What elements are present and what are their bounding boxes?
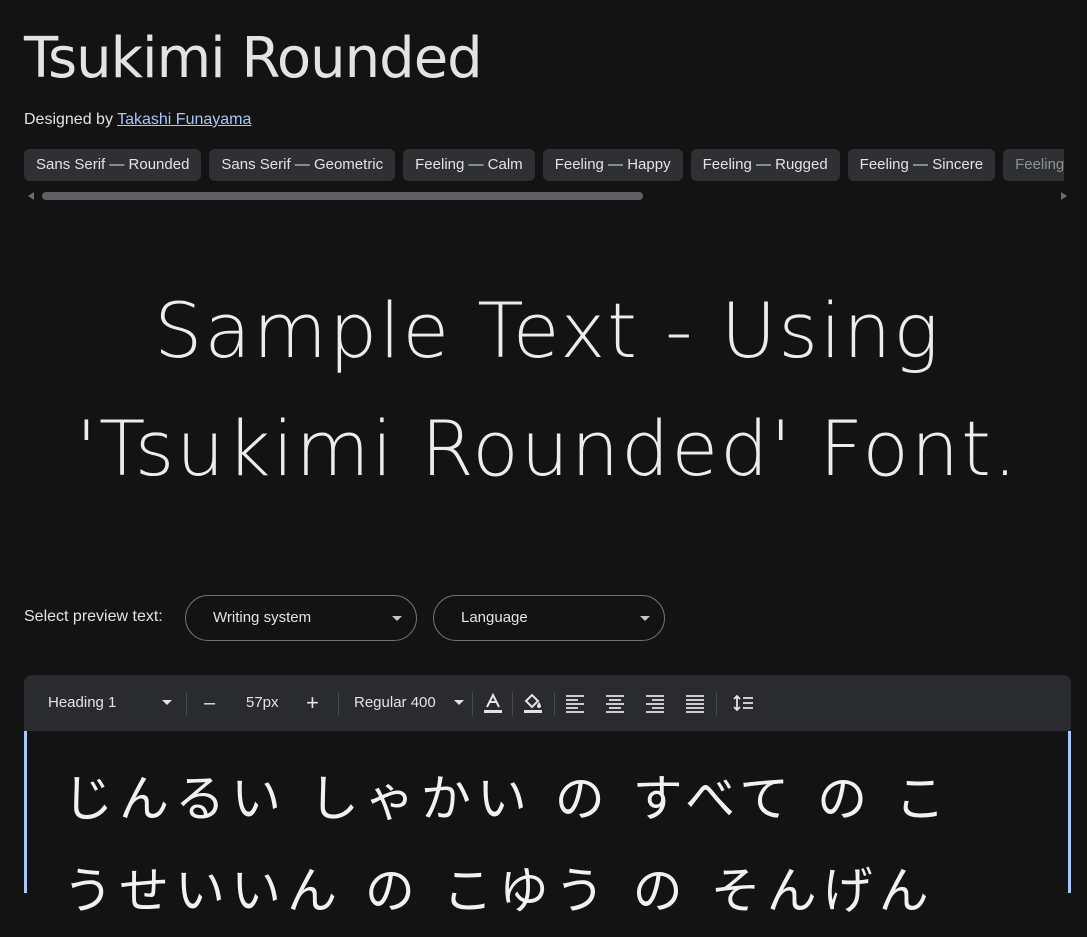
chevron-down-icon [454, 700, 464, 705]
sample-text-line: 'Tsukimi Rounded' Font. [75, 404, 1020, 493]
sample-text-preview: Sample Text - Using 'Tsukimi Rounded' Fo… [24, 272, 1071, 508]
decrease-size-button[interactable]: – [204, 675, 215, 731]
divider [512, 692, 513, 716]
scroll-right-icon[interactable] [1061, 192, 1067, 200]
writing-system-select[interactable]: Writing system [185, 595, 417, 641]
tag-scrollbar[interactable] [24, 190, 1071, 202]
highlight-color-icon[interactable] [522, 692, 544, 714]
tag-chip[interactable]: Feeling — Calm [403, 149, 535, 181]
align-right-icon[interactable] [644, 692, 666, 714]
designer-link[interactable]: Takashi Funayama [117, 111, 251, 128]
text-style-dropdown[interactable]: Heading 1 [48, 675, 172, 731]
editor-text[interactable]: じんるい しゃかい の すべて の こうせいいん の こゆう の そんげん [63, 753, 983, 937]
align-center-icon[interactable] [604, 692, 626, 714]
tag-chip[interactable]: Feeling — Rugged [690, 149, 840, 181]
tag-chip[interactable]: Feeling — [1003, 149, 1064, 181]
writing-system-value: Writing system [213, 609, 312, 626]
font-weight-dropdown[interactable]: Regular 400 [354, 675, 464, 731]
tag-list: Sans Serif — Rounded Sans Serif — Geometr… [24, 149, 1064, 181]
divider [338, 692, 339, 716]
tag-chip[interactable]: Feeling — Sincere [847, 149, 996, 181]
divider [472, 692, 473, 716]
divider [554, 692, 555, 716]
scroll-thumb[interactable] [42, 192, 643, 200]
tag-chip[interactable]: Feeling — Happy [542, 149, 683, 181]
divider [716, 692, 717, 716]
divider [186, 692, 187, 716]
language-value: Language [461, 609, 528, 626]
preview-text-label: Select preview text: [24, 608, 163, 625]
text-style-value: Heading 1 [48, 694, 117, 711]
tag-chip[interactable]: Sans Serif — Geometric [209, 149, 396, 181]
scroll-left-icon[interactable] [28, 192, 34, 200]
text-color-icon[interactable] [482, 692, 504, 714]
font-title: Tsukimi Rounded [24, 26, 483, 91]
font-size-value[interactable]: 57px [246, 675, 279, 731]
preview-editor[interactable]: じんるい しゃかい の すべて の こうせいいん の こゆう の そんげん [24, 731, 1071, 920]
align-justify-icon[interactable] [684, 692, 706, 714]
align-left-icon[interactable] [564, 692, 586, 714]
editor-toolbar: Heading 1 – 57px + Regular 400 [24, 675, 1071, 731]
increase-size-button[interactable]: + [306, 675, 319, 731]
sample-text-line: Sample Text - Using [154, 286, 941, 375]
designed-by-label: Designed by [24, 111, 113, 128]
chevron-down-icon [640, 616, 650, 621]
chevron-down-icon [392, 616, 402, 621]
line-height-icon[interactable] [732, 692, 754, 714]
font-weight-value: Regular 400 [354, 694, 436, 711]
designer-credit: Designed by Takashi Funayama [24, 111, 251, 129]
language-select[interactable]: Language [433, 595, 665, 641]
tag-chip[interactable]: Sans Serif — Rounded [24, 149, 202, 181]
chevron-down-icon [162, 700, 172, 705]
